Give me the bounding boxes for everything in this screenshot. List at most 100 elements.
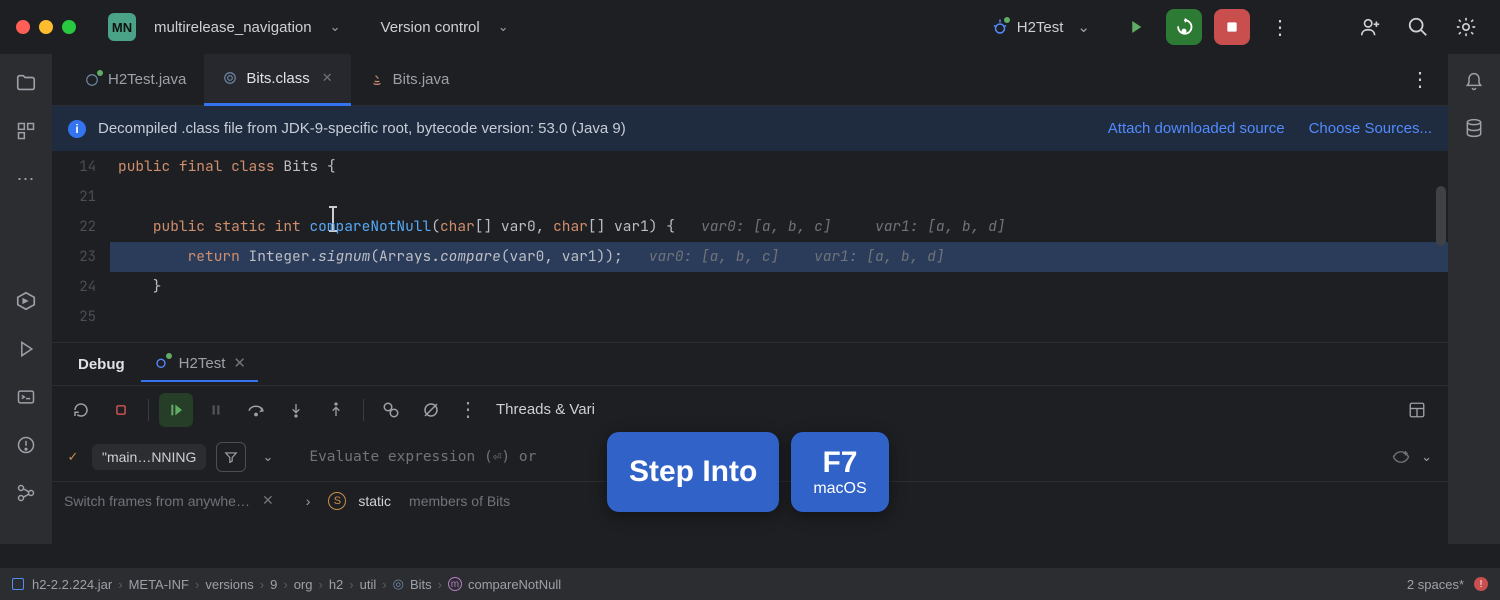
project-tool-icon[interactable]	[15, 72, 37, 94]
mute-breakpoints-icon[interactable]	[414, 393, 448, 427]
tooltip-key: F7 macOS	[791, 432, 888, 512]
filter-icon[interactable]	[216, 442, 246, 472]
code-line: public final class Bits {	[118, 152, 1448, 182]
debug-panel-tabs: Debug H2Test ✕	[52, 343, 1448, 385]
tooltip-action: Step Into	[607, 432, 779, 512]
project-name[interactable]: multirelease_navigation	[154, 19, 312, 36]
choose-sources-link[interactable]: Choose Sources...	[1309, 120, 1432, 137]
stop-debug-icon[interactable]	[104, 393, 138, 427]
code-line: public static int compareNotNull(char[] …	[118, 212, 1448, 242]
tooltip-os-label: macOS	[813, 480, 866, 498]
vars-label-rest: members of Bits	[409, 493, 510, 509]
current-thread[interactable]: "main…NNING	[92, 444, 206, 470]
code-line: }	[118, 272, 1448, 302]
view-breakpoints-icon[interactable]	[374, 393, 408, 427]
pause-icon[interactable]	[199, 393, 233, 427]
decompiled-banner: i Decompiled .class file from JDK-9-spec…	[52, 106, 1448, 152]
run-config-name: H2Test	[1017, 19, 1064, 36]
debug-bug-icon	[991, 18, 1009, 36]
project-badge: MN	[108, 13, 136, 41]
problems-tool-icon[interactable]	[15, 434, 37, 456]
code-line	[118, 302, 1448, 332]
class-file-icon	[222, 70, 238, 86]
shortcut-tooltip: Step Into F7 macOS	[607, 432, 889, 512]
more-actions-icon[interactable]: ⋮	[1262, 9, 1298, 45]
attach-source-link[interactable]: Attach downloaded source	[1108, 120, 1285, 137]
code-line	[118, 182, 1448, 212]
database-tool-icon[interactable]	[1464, 118, 1484, 138]
debug-tab-run-config[interactable]: H2Test ✕	[141, 346, 258, 382]
right-tool-strip	[1448, 54, 1500, 544]
error-indicator-icon[interactable]: !	[1474, 577, 1488, 591]
tooltip-action-label: Step Into	[629, 455, 757, 489]
hint-text: Switch frames from anywhe…	[64, 493, 250, 509]
debug-button[interactable]	[1166, 9, 1202, 45]
close-tab-icon[interactable]: ✕	[322, 70, 333, 86]
left-tool-strip: ⋯	[0, 54, 52, 544]
jar-icon	[12, 578, 24, 590]
indent-indicator[interactable]: 2 spaces*	[1407, 577, 1464, 592]
step-into-icon[interactable]	[279, 393, 313, 427]
info-icon: i	[68, 120, 86, 138]
vars-label-strong: static	[358, 493, 391, 509]
java-file-icon	[369, 72, 385, 88]
close-hint-icon[interactable]: ✕	[262, 492, 274, 509]
terminal-tool-icon[interactable]	[15, 386, 37, 408]
run-configuration-selector[interactable]: H2Test ⌄	[981, 14, 1106, 40]
chevron-down-icon[interactable]: ⌄	[330, 19, 341, 35]
tab-label: Bits.java	[393, 71, 450, 88]
close-window[interactable]	[16, 20, 30, 34]
tab-bits-java[interactable]: Bits.java	[351, 54, 468, 106]
settings-gear-icon[interactable]	[1448, 9, 1484, 45]
tab-label: Bits.class	[246, 70, 309, 87]
editor-tabs: H2Test.java Bits.class ✕ Bits.java ⋮	[52, 54, 1448, 106]
search-icon[interactable]	[1400, 9, 1436, 45]
static-badge-icon: S	[328, 492, 346, 510]
evaluate-expression-input[interactable]: Evaluate expression (⏎) or	[309, 449, 536, 465]
tab-h2test-java[interactable]: H2Test.java	[66, 54, 204, 106]
rerun-icon[interactable]	[64, 393, 98, 427]
chevron-down-icon[interactable]: ⌄	[256, 443, 279, 471]
services-tool-icon[interactable]	[15, 290, 37, 312]
more-tools-icon[interactable]: ⋯	[15, 168, 37, 190]
step-over-icon[interactable]	[239, 393, 273, 427]
method-icon: m	[448, 577, 462, 591]
stop-button[interactable]	[1214, 9, 1250, 45]
notifications-icon[interactable]	[1464, 72, 1484, 92]
tab-bits-class[interactable]: Bits.class ✕	[204, 54, 350, 106]
line-gutter: 14 21 22 23 24 25	[52, 152, 110, 342]
code-with-me-icon[interactable]	[1352, 9, 1388, 45]
banner-text: Decompiled .class file from JDK-9-specif…	[98, 120, 626, 137]
tab-label: H2Test.java	[108, 71, 186, 88]
run-button[interactable]	[1118, 9, 1154, 45]
debug-tab-label: H2Test	[179, 355, 226, 372]
layout-settings-icon[interactable]	[1400, 393, 1434, 427]
run-tool-icon[interactable]	[15, 338, 37, 360]
vcs-tool-icon[interactable]	[15, 482, 37, 504]
maximize-window[interactable]	[62, 20, 76, 34]
chevron-down-icon[interactable]: ⌄	[498, 19, 509, 35]
close-tab-icon[interactable]: ✕	[233, 354, 246, 372]
debug-bug-icon	[153, 354, 171, 372]
step-out-icon[interactable]	[319, 393, 353, 427]
debug-toolbar: ⋮ Threads & Vari	[52, 385, 1448, 433]
version-control-menu[interactable]: Version control	[381, 19, 480, 36]
resume-icon[interactable]	[159, 393, 193, 427]
code-line: return Integer.signum(Arrays.compare(var…	[118, 242, 1448, 272]
chevron-down-icon[interactable]: ⌄	[1415, 443, 1438, 471]
breadcrumb[interactable]: h2-2.2.224.jar › META-INF › versions › 9…	[32, 576, 561, 592]
tabs-more-icon[interactable]: ⋮	[1406, 67, 1434, 92]
chevron-down-icon: ⌄	[1077, 18, 1090, 36]
debug-tab-debug[interactable]: Debug	[66, 348, 137, 381]
titlebar: MN multirelease_navigation ⌄ Version con…	[0, 0, 1500, 54]
tooltip-key-label: F7	[822, 446, 857, 480]
code-editor[interactable]: 14 21 22 23 24 25 public final class Bit…	[52, 152, 1448, 342]
window-controls	[16, 20, 76, 34]
structure-tool-icon[interactable]	[15, 120, 37, 142]
chevron-right-icon[interactable]: ›	[306, 493, 311, 509]
threads-vars-label: Threads & Vari	[496, 401, 595, 418]
add-watch-icon[interactable]: ⌄	[1391, 443, 1438, 471]
minimize-window[interactable]	[39, 20, 53, 34]
java-file-icon	[84, 72, 100, 88]
more-debug-actions-icon[interactable]: ⋮	[454, 397, 482, 422]
